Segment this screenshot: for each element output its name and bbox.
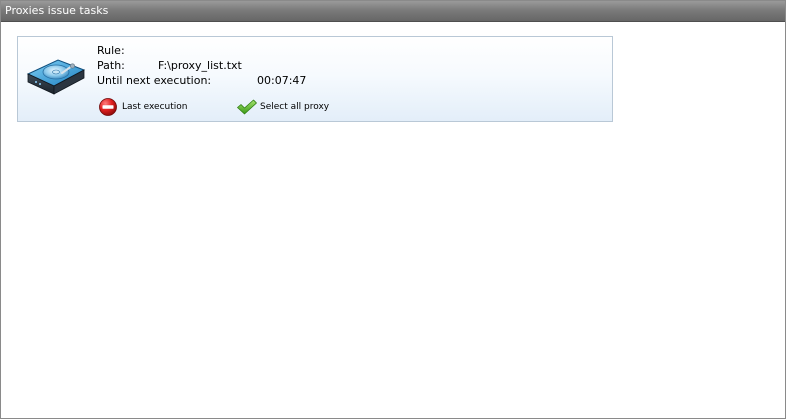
next-execution-countdown: 00:07:47 xyxy=(257,74,307,87)
hard-drive-icon xyxy=(24,52,88,100)
path-value: F:\proxy_list.txt xyxy=(158,59,242,72)
last-execution-label: Last execution xyxy=(122,102,188,112)
last-execution-button[interactable]: Last execution xyxy=(98,97,208,117)
next-execution-label: Until next execution: xyxy=(97,74,212,87)
stop-icon xyxy=(98,97,118,117)
checkmark-icon xyxy=(236,97,257,117)
rule-label: Rule: xyxy=(97,44,125,57)
select-all-proxy-button[interactable]: Select all proxy xyxy=(236,97,356,117)
select-all-proxy-label: Select all proxy xyxy=(260,102,330,112)
tasks-panel: Rule: Path: F:\proxy_list.txt Until next… xyxy=(1,22,785,418)
path-label: Path: xyxy=(97,59,125,72)
proxies-issue-tasks-window: Proxies issue tasks Rule: Path: F:\proxy… xyxy=(0,0,786,419)
titlebar: Proxies issue tasks xyxy=(1,1,785,22)
window-title: Proxies issue tasks xyxy=(5,4,109,17)
task-card[interactable]: Rule: Path: F:\proxy_list.txt Until next… xyxy=(17,36,613,122)
